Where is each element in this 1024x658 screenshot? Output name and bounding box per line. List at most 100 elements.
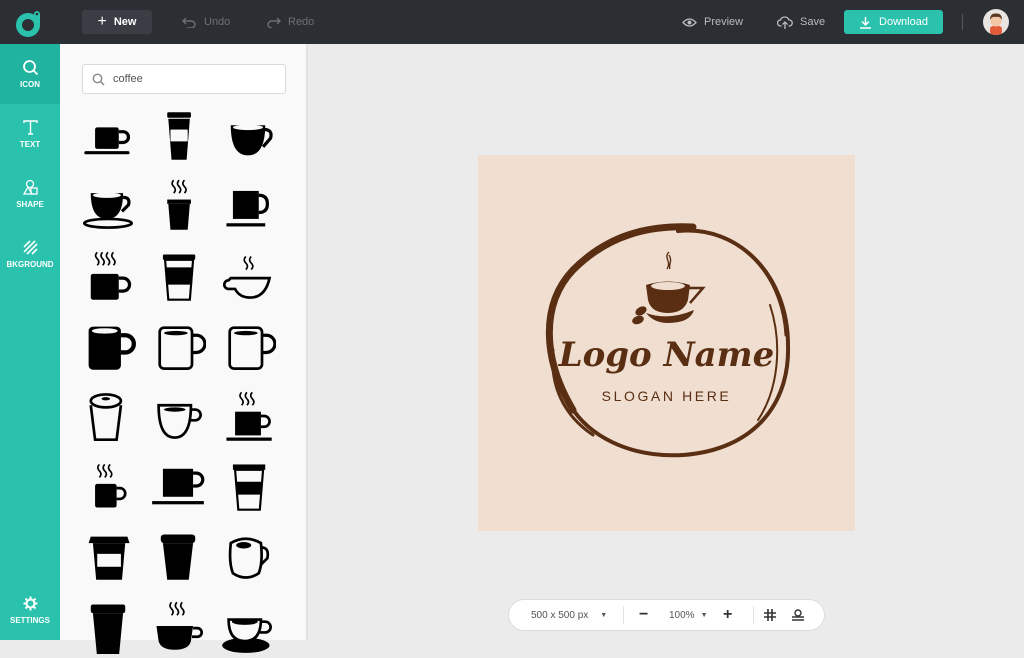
toolbar-divider bbox=[962, 14, 963, 30]
redo-label: Redo bbox=[288, 16, 315, 28]
nav-item-settings[interactable]: SETTINGS bbox=[0, 580, 60, 640]
brush-circle-stroke bbox=[691, 228, 788, 337]
download-button[interactable]: Download bbox=[844, 10, 943, 34]
icon-result-steaming-wide-cup[interactable] bbox=[144, 594, 212, 658]
save-label: Save bbox=[800, 16, 826, 28]
icon-result-steaming-mug[interactable] bbox=[74, 244, 142, 308]
icon-result-steaming-bowl-cup[interactable] bbox=[214, 244, 282, 308]
user-avatar[interactable] bbox=[983, 9, 1009, 35]
nav-label: SETTINGS bbox=[9, 616, 50, 625]
icon-result-outline-round-mug[interactable] bbox=[214, 524, 282, 588]
nav-label: BKGROUND bbox=[6, 260, 54, 269]
redo-button[interactable]: Redo bbox=[266, 10, 314, 34]
icon-result-takeaway-cup-stripe[interactable] bbox=[214, 454, 282, 518]
takeaway-cup-stripe-icon bbox=[232, 464, 266, 511]
icon-result-steaming-takeaway-cup[interactable] bbox=[144, 174, 212, 238]
icon-result-cup-on-saucer[interactable] bbox=[74, 104, 142, 168]
app-logo-icon[interactable] bbox=[14, 8, 44, 38]
outline-mug-icon bbox=[158, 326, 206, 370]
icon-result-takeaway-cup-sleeve[interactable] bbox=[144, 104, 212, 168]
eye-icon bbox=[682, 17, 697, 27]
icon-result-tall-tumbler[interactable] bbox=[74, 594, 142, 658]
download-icon bbox=[860, 16, 872, 29]
canvas-toolbar: 500 x 500 px ▼ − 100% ▼ + bbox=[508, 599, 825, 631]
download-label: Download bbox=[879, 16, 928, 28]
tall-tumbler-icon bbox=[90, 604, 126, 654]
align-icon bbox=[792, 609, 804, 621]
icon-result-small-steaming-mug[interactable] bbox=[74, 454, 142, 518]
canvas-size-select[interactable]: 500 x 500 px ▼ bbox=[531, 600, 607, 630]
nav-label: SHAPE bbox=[16, 200, 44, 209]
coffee-cup-icon bbox=[632, 251, 706, 325]
gear-icon bbox=[23, 596, 37, 611]
icon-result-steaming-mug-plate[interactable] bbox=[214, 384, 282, 448]
canvas-size-label: 500 x 500 px bbox=[531, 609, 589, 621]
background-icon bbox=[22, 240, 38, 255]
outline-round-mug-icon bbox=[228, 537, 270, 579]
caret-down-icon: ▼ bbox=[700, 611, 708, 619]
nav-label: ICON bbox=[20, 80, 40, 89]
steaming-wide-cup-icon bbox=[156, 601, 204, 650]
zoom-select[interactable]: 100% ▼ bbox=[669, 600, 708, 630]
caret-down-icon: ▼ bbox=[600, 611, 608, 619]
plus-icon: + bbox=[723, 606, 733, 623]
square-mug-plate-icon bbox=[226, 190, 270, 227]
icon-result-lidded-cup[interactable] bbox=[74, 384, 142, 448]
nav-label: TEXT bbox=[19, 140, 41, 149]
icon-result-square-mug-plate[interactable] bbox=[214, 174, 282, 238]
undo-icon bbox=[182, 17, 196, 28]
save-button[interactable]: Save bbox=[777, 10, 825, 34]
nav-item-background[interactable]: BKGROUND bbox=[0, 224, 60, 284]
icon-panel bbox=[60, 44, 308, 654]
nav-item-shape[interactable]: SHAPE bbox=[0, 164, 60, 224]
takeaway-cup-sleeve-icon bbox=[167, 112, 191, 160]
zoom-in-button[interactable]: + bbox=[723, 600, 732, 630]
new-button[interactable]: + New bbox=[82, 10, 152, 34]
search-icon bbox=[22, 60, 38, 76]
icon-result-takeaway-cup-band[interactable] bbox=[144, 244, 212, 308]
preview-button[interactable]: Preview bbox=[682, 10, 743, 34]
icon-result-round-cup[interactable] bbox=[214, 104, 282, 168]
design-canvas[interactable]: Logo Name SLOGAN HERE bbox=[478, 155, 855, 531]
slogan-text[interactable]: SLOGAN HERE bbox=[478, 388, 855, 404]
teacup-saucer-icon bbox=[82, 192, 134, 229]
icon-result-takeaway-cup-window[interactable] bbox=[74, 524, 142, 588]
icon-result-outline-cup[interactable] bbox=[144, 384, 212, 448]
toolbar-divider bbox=[753, 606, 754, 624]
espresso-saucer-icon bbox=[222, 618, 272, 653]
icon-result-teacup-saucer[interactable] bbox=[74, 174, 142, 238]
minus-icon: − bbox=[639, 606, 649, 623]
logo-name-text[interactable]: Logo Name bbox=[478, 335, 855, 375]
icon-result-solid-mug[interactable] bbox=[74, 314, 142, 378]
icon-search-box[interactable] bbox=[82, 64, 286, 94]
outline-cup-icon bbox=[157, 403, 202, 439]
nav-item-icon[interactable]: ICON bbox=[0, 44, 60, 104]
lidded-cup-icon bbox=[89, 393, 123, 442]
nav-item-text[interactable]: TEXT bbox=[0, 104, 60, 164]
outline-mug-2-icon bbox=[228, 326, 276, 370]
left-nav: ICON TEXT SHAPE BKGROUND SETTINGS bbox=[0, 44, 60, 640]
icon-search-input[interactable] bbox=[113, 70, 278, 88]
toolbar-divider bbox=[623, 606, 624, 624]
grid-icon bbox=[764, 609, 776, 621]
takeaway-cup-band-icon bbox=[162, 254, 196, 301]
align-button[interactable] bbox=[792, 600, 804, 630]
preview-label: Preview bbox=[704, 16, 744, 28]
icon-result-outline-mug-2[interactable] bbox=[214, 314, 282, 378]
undo-button[interactable]: Undo bbox=[182, 10, 230, 34]
zoom-out-button[interactable]: − bbox=[639, 600, 648, 630]
icon-result-espresso-saucer[interactable] bbox=[214, 594, 282, 658]
steaming-mug-icon bbox=[90, 251, 132, 300]
grid-toggle-button[interactable] bbox=[764, 600, 776, 630]
cup-on-saucer-icon bbox=[84, 127, 130, 155]
flat-mug-plate-icon bbox=[152, 468, 205, 505]
undo-label: Undo bbox=[204, 16, 231, 28]
steaming-mug-plate-icon bbox=[226, 391, 272, 441]
icon-result-outline-mug[interactable] bbox=[144, 314, 212, 378]
round-cup-icon bbox=[230, 124, 273, 156]
icon-result-flat-mug-plate[interactable] bbox=[144, 454, 212, 518]
top-bar: + New Undo Redo Preview Save Download bbox=[0, 0, 1024, 44]
avatar-icon bbox=[990, 13, 1002, 35]
takeaway-cup-window-icon bbox=[88, 536, 130, 580]
icon-result-solid-tumbler[interactable] bbox=[144, 524, 212, 588]
